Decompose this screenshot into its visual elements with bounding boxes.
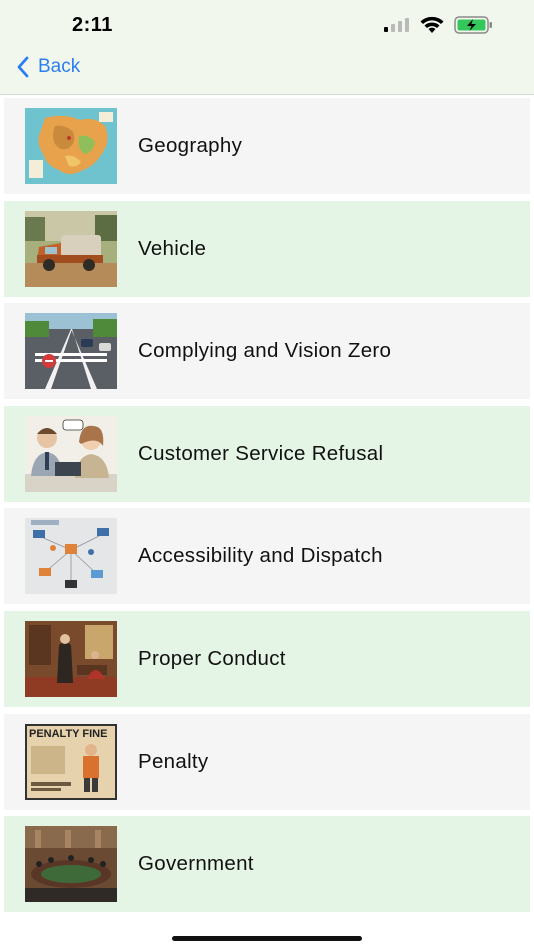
topic-row-penalty[interactable]: PENALTY FINE Penalty — [4, 713, 530, 810]
street-traffic-illustration — [25, 313, 117, 390]
vintage-truck-illustration — [25, 210, 117, 287]
home-indicator[interactable] — [172, 936, 362, 941]
topic-label: Proper Conduct — [138, 646, 286, 670]
back-label: Back — [38, 56, 81, 77]
topic-row-vehicle[interactable]: Vehicle — [4, 200, 530, 297]
status-icons — [384, 16, 494, 39]
topic-row-geography[interactable]: Geography — [4, 98, 530, 194]
back-button[interactable]: Back — [16, 56, 80, 78]
topic-row-government[interactable]: Government — [4, 816, 530, 913]
top-bar: 2:11 Back — [0, 0, 534, 95]
topic-label: Government — [138, 852, 254, 876]
topic-list: Geography Vehicle Complying and Vision Z… — [4, 98, 530, 919]
wifi-icon — [420, 16, 444, 39]
formal-room-illustration — [25, 620, 117, 697]
chevron-left-icon — [17, 56, 29, 78]
topic-label: Vehicle — [138, 236, 207, 260]
government-chamber-illustration — [25, 826, 117, 903]
topic-label: Complying and Vision Zero — [138, 339, 392, 363]
topic-label: Geography — [138, 134, 243, 157]
topic-label: Customer Service Refusal — [138, 441, 384, 465]
status-time: 2:11 — [72, 14, 113, 36]
topic-row-customer-service-refusal[interactable]: Customer Service Refusal — [4, 405, 530, 502]
call-center-agents-illustration — [25, 415, 117, 492]
topic-row-complying-vision-zero[interactable]: Complying and Vision Zero — [4, 303, 530, 400]
dispatch-network-illustration — [25, 518, 117, 595]
penalty-fine-poster-illustration: PENALTY FINE — [25, 723, 117, 800]
map-of-europe-illustration — [25, 108, 117, 184]
cellular-signal-icon — [384, 18, 410, 37]
topic-label: Penalty — [138, 749, 209, 773]
svg-text:PENALTY FINE: PENALTY FINE — [29, 728, 107, 740]
topic-row-accessibility-dispatch[interactable]: Accessibility and Dispatch — [4, 508, 530, 605]
battery-charging-icon — [454, 16, 494, 39]
topic-row-proper-conduct[interactable]: Proper Conduct — [4, 610, 530, 707]
topic-label: Accessibility and Dispatch — [138, 544, 383, 568]
